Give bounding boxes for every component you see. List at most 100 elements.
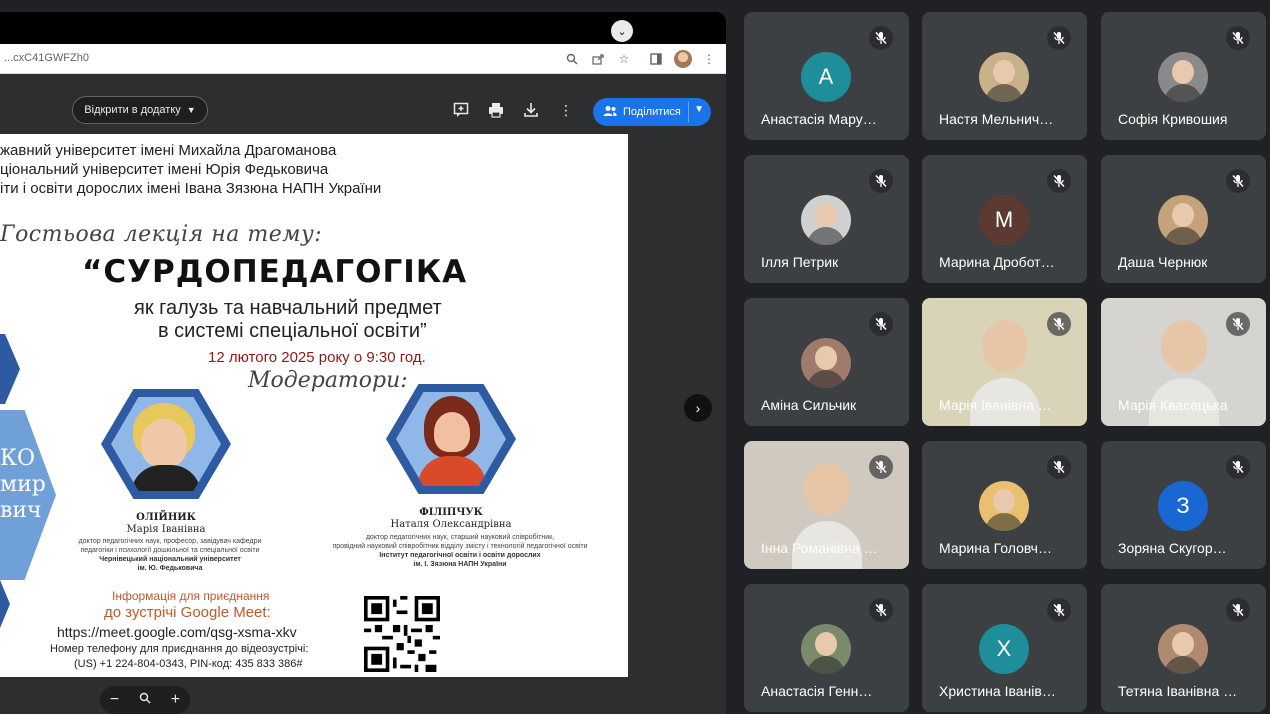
participant-name: Настя Мельнич… <box>939 111 1054 127</box>
chevron-down-icon[interactable]: ⌄ <box>611 20 633 42</box>
side-panel-icon[interactable] <box>648 51 664 67</box>
address-bar[interactable]: ...cxC41GWFZh0 ☆ ⋮ <box>0 44 726 74</box>
participant-avatar <box>1158 624 1208 674</box>
more-vert-icon[interactable]: ⋮ <box>701 51 717 67</box>
participant-avatar <box>979 481 1029 531</box>
mic-off-icon <box>869 598 893 622</box>
participant-name: Марина Головч… <box>939 540 1052 556</box>
participant-name: Зоряна Скугор… <box>1118 540 1227 556</box>
participant-name: Анастасія Генн… <box>761 683 873 699</box>
share-dropdown-icon[interactable]: ▼ <box>694 104 704 115</box>
participant-tile[interactable]: Марія Квасецька <box>1101 298 1266 426</box>
participant-tile[interactable]: Тетяна Іванівна … <box>1101 584 1266 712</box>
mic-off-icon <box>1226 169 1250 193</box>
more-options-icon[interactable]: ⋮ <box>556 100 576 120</box>
participant-name: Софія Кривошия <box>1118 111 1228 127</box>
mic-off-icon <box>1047 598 1071 622</box>
participant-tile[interactable]: Настя Мельнич… <box>922 12 1087 140</box>
participant-avatar <box>801 338 851 388</box>
guest-lecture-title: Гостьова лекція на тему: <box>0 222 323 247</box>
add-comment-icon[interactable] <box>451 100 471 120</box>
profile-avatar[interactable] <box>674 50 692 68</box>
shared-browser-window: ⌄ ...cxC41GWFZh0 ☆ ⋮ Відкрити в додатку … <box>0 12 726 714</box>
share-page-icon[interactable] <box>590 51 606 67</box>
mic-off-icon <box>869 312 893 336</box>
participant-tile[interactable]: М Марина Дробот… <box>922 155 1087 283</box>
moderator-2-desc-1: доктор педагогічних наук, старший науков… <box>365 534 555 541</box>
document-page: жавний університет імені Михайла Драгома… <box>0 134 628 677</box>
participant-name: Анастасія Мару… <box>761 111 877 127</box>
lecture-subtitle-1: як галузь та навчальний предмет <box>134 297 442 319</box>
mic-off-icon <box>1047 26 1071 50</box>
zoom-out-icon[interactable]: − <box>110 691 119 709</box>
participant-tile[interactable]: Аміна Сильчик <box>744 298 909 426</box>
next-page-button[interactable]: › <box>684 394 712 422</box>
screen-share-area: ⌄ ...cxC41GWFZh0 ☆ ⋮ Відкрити в додатку … <box>0 0 735 714</box>
participant-tile[interactable]: З Зоряна Скугор… <box>1101 441 1266 569</box>
participant-name: Тетяна Іванівна … <box>1118 683 1238 699</box>
document-viewer: Відкрити в додатку ▼ ⋮ Поділитися ▼ жавн… <box>0 74 726 714</box>
phone-info-line-2: (US) +1 224-804-0343, PIN-код: 435 833 3… <box>74 658 303 670</box>
moderator-1-surname: ОЛІЙНИК <box>136 512 196 523</box>
participant-avatar: М <box>979 195 1029 245</box>
moderator-2-inst-1: Інститут педагогічної освіти і освіти до… <box>379 552 541 559</box>
mic-off-icon <box>1047 312 1071 336</box>
participant-avatar: З <box>1158 481 1208 531</box>
zoom-icon[interactable] <box>564 51 580 67</box>
moderator-1-inst-1: Чернівецький національний університет <box>99 556 241 563</box>
participant-tile[interactable]: Софія Кривошия <box>1101 12 1266 140</box>
url-text: ...cxC41GWFZh0 <box>4 52 89 64</box>
moderator-1-inst-2: ім. Ю. Федьковича <box>137 565 203 572</box>
speaker-name-part: КО <box>0 446 36 471</box>
zoom-search-icon[interactable] <box>139 691 151 709</box>
participant-avatar <box>1158 195 1208 245</box>
participant-tile[interactable]: Даша Чернюк <box>1101 155 1266 283</box>
meet-screen: ⌄ ...cxC41GWFZh0 ☆ ⋮ Відкрити в додатку … <box>0 0 1270 714</box>
participant-name: Марія Іванівна … <box>939 397 1052 413</box>
lecture-main-title: “СУРДОПЕДАГОГІКА <box>82 254 468 290</box>
moderator-2-inst-2: ім. І. Зязюна НАПН України <box>413 561 507 568</box>
participant-tile[interactable]: Марія Іванівна … <box>922 298 1087 426</box>
zoom-controls: − + <box>100 686 190 714</box>
people-icon <box>603 105 617 120</box>
org-line-2: ціональний університет імені Юрія Федько… <box>0 161 329 178</box>
participant-tile[interactable]: Ілля Петрик <box>744 155 909 283</box>
moderator-1-desc-1: доктор педагогічних наук, професор, заві… <box>78 538 262 545</box>
lecture-date: 12 лютого 2025 року о 9:30 год. <box>208 349 426 366</box>
participant-name: Даша Чернюк <box>1118 254 1208 270</box>
mic-off-icon <box>1047 455 1071 479</box>
org-line-3: іти і освіти дорослих імені Івана Зязюна… <box>0 180 382 197</box>
phone-info-line-1: Номер телефону для приєднання до відеозу… <box>50 643 309 655</box>
share-label: Поділитися <box>623 106 681 118</box>
participant-tile[interactable]: Інна Романівна … <box>744 441 909 569</box>
moderator-2-photo-frame <box>386 384 516 494</box>
share-button[interactable]: Поділитися ▼ <box>593 98 711 126</box>
download-icon[interactable] <box>521 100 541 120</box>
participant-tile[interactable]: Марина Головч… <box>922 441 1087 569</box>
qr-code <box>364 596 440 672</box>
participant-tile[interactable]: Анастасія Генн… <box>744 584 909 712</box>
zoom-in-icon[interactable]: + <box>171 691 180 709</box>
moderator-1-photo <box>111 397 221 491</box>
participant-name: Інна Романівна … <box>761 540 878 556</box>
moderator-1-desc-2: педагогіки і психології дошкільної та сп… <box>80 547 260 554</box>
caret-down-icon: ▼ <box>186 105 196 115</box>
moderator-2-photo <box>396 392 506 486</box>
participant-avatar <box>979 52 1029 102</box>
participant-name: Ілля Петрик <box>761 254 839 270</box>
print-icon[interactable] <box>486 100 506 120</box>
mic-off-icon <box>869 169 893 193</box>
participant-tile[interactable]: А Анастасія Мару… <box>744 12 909 140</box>
participant-avatar <box>1158 52 1208 102</box>
participant-name: Марина Дробот… <box>939 254 1055 270</box>
open-with-app-button[interactable]: Відкрити в додатку ▼ <box>72 96 208 124</box>
speaker-name-part: мир <box>0 472 46 497</box>
bookmark-star-icon[interactable]: ☆ <box>616 51 632 67</box>
mic-off-icon <box>1047 169 1071 193</box>
mic-off-icon <box>869 26 893 50</box>
moderator-1-photo-frame <box>101 389 231 499</box>
participant-name: Аміна Сильчик <box>761 397 857 413</box>
participant-avatar: А <box>801 52 851 102</box>
participant-name: Марія Квасецька <box>1118 397 1228 413</box>
participant-tile[interactable]: Х Христина Іванів… <box>922 584 1087 712</box>
